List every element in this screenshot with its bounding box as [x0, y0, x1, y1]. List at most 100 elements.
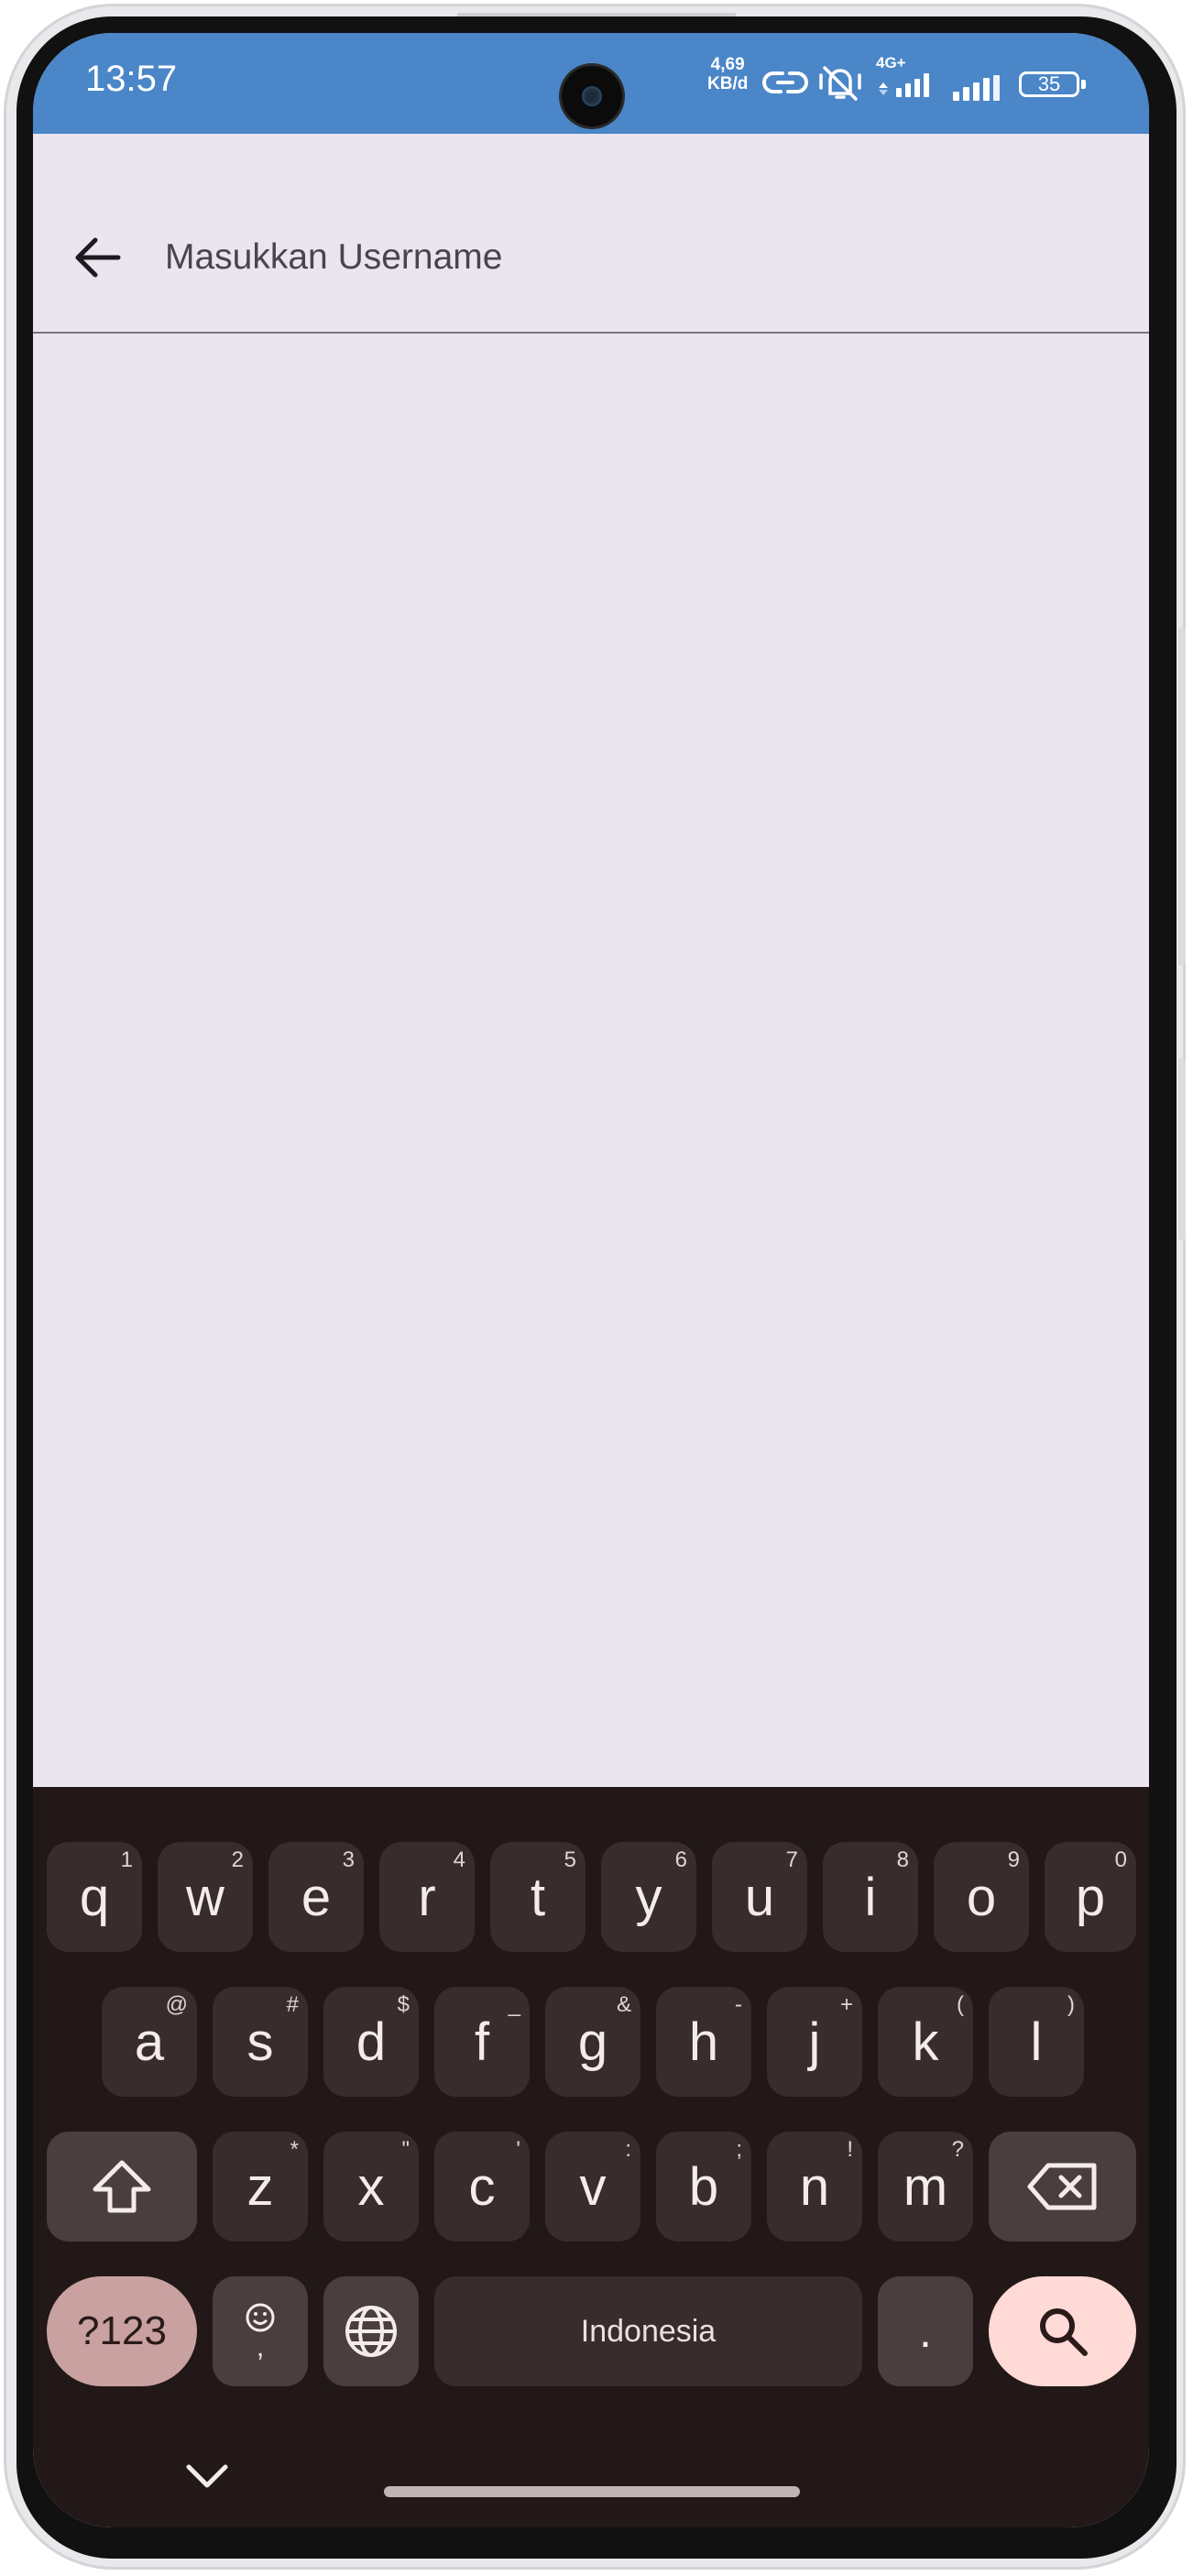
emoji-comma-key[interactable]: , [213, 2276, 308, 2386]
status-time: 13:57 [85, 59, 178, 99]
key-u[interactable]: u7 [712, 1842, 807, 1952]
key-label: x [357, 2156, 385, 2217]
network-speed-value: 4,69 [710, 55, 745, 74]
link-icon [762, 64, 808, 101]
key-t[interactable]: t5 [490, 1842, 586, 1952]
key-j[interactable]: j + [767, 1987, 862, 2097]
key-z[interactable]: z * [213, 2132, 308, 2242]
key-label: e [301, 1867, 332, 1927]
key-i[interactable]: i8 [823, 1842, 918, 1952]
network-speed: 4,69 KB/d [707, 55, 748, 93]
key-hint: $ [397, 1992, 410, 2017]
key-h[interactable]: h- [656, 1987, 751, 2097]
volume-button [1178, 627, 1186, 966]
space-key[interactable]: Indonesia [434, 2276, 862, 2386]
network-type-label: 4G+ [876, 54, 906, 71]
key-hint: # [286, 1992, 299, 2017]
key-r[interactable]: r4 [379, 1842, 475, 1952]
key-label: k [912, 2011, 939, 2072]
key-p[interactable]: p0 [1045, 1842, 1136, 1952]
key-label: d [356, 2011, 387, 2072]
key-k[interactable]: k( [878, 1987, 973, 2097]
key-b[interactable]: b; [656, 2132, 751, 2242]
language-key[interactable] [323, 2276, 419, 2386]
key-d[interactable]: d $ [323, 1987, 419, 2097]
key-l[interactable]: l) [989, 1987, 1084, 2097]
username-search-input[interactable] [165, 236, 990, 279]
signal-4g-icon: 4G+ [876, 55, 940, 97]
network-speed-unit: KB/d [707, 74, 749, 93]
key-label: y [635, 1867, 662, 1927]
period-key[interactable]: . [878, 2276, 973, 2386]
key-w[interactable]: w2 [158, 1842, 253, 1952]
key-hint: ? [951, 2137, 964, 2162]
on-screen-keyboard: q1 w2 e3 r4 t5 y6 u7 i8 o9 p0 a @ s # d $ f… [33, 1787, 1149, 2527]
key-n[interactable]: n! [767, 2132, 862, 2242]
key-f[interactable]: f _ [434, 1987, 530, 2097]
shift-key[interactable] [47, 2132, 197, 2242]
key-o[interactable]: o9 [934, 1842, 1029, 1952]
hide-keyboard-button[interactable] [170, 2449, 244, 2504]
key-q[interactable]: q1 [47, 1842, 142, 1952]
key-m[interactable]: m? [878, 2132, 973, 2242]
power-button [1178, 1058, 1186, 1241]
key-label: p [1075, 1867, 1106, 1927]
key-y[interactable]: y6 [601, 1842, 696, 1952]
comma-label: , [256, 2332, 265, 2362]
key-hint: & [616, 1992, 631, 2017]
key-label: s [246, 2011, 274, 2072]
battery-icon: 35 [1019, 71, 1086, 97]
key-hint: _ [508, 1992, 520, 2017]
key-hint: ' [516, 2137, 520, 2162]
key-a[interactable]: a @ [102, 1987, 197, 2097]
key-hint: 0 [1114, 1847, 1127, 1872]
key-label: m [903, 2156, 948, 2217]
key-hint: * [290, 2137, 299, 2162]
chevron-down-icon [186, 2464, 228, 2488]
key-c[interactable]: c ' [434, 2132, 530, 2242]
search-app-bar [33, 134, 1149, 330]
symbols-key[interactable]: ?123 [47, 2276, 197, 2386]
key-label: f [474, 2011, 490, 2072]
key-g[interactable]: g & [545, 1987, 640, 2097]
key-hint: ; [736, 2137, 742, 2162]
key-label: v [579, 2156, 607, 2217]
front-camera [562, 66, 622, 126]
key-hint: 8 [896, 1847, 909, 1872]
key-label: c [468, 2156, 496, 2217]
key-hint: + [839, 1992, 853, 2017]
search-action-key[interactable] [989, 2276, 1136, 2386]
key-label: t [530, 1867, 546, 1927]
key-s[interactable]: s # [213, 1987, 308, 2097]
key-label: h [688, 2011, 719, 2072]
backspace-key[interactable] [989, 2132, 1136, 2242]
key-label: o [966, 1867, 997, 1927]
home-indicator[interactable] [384, 2486, 800, 2497]
screen: 13:57 4,69 KB/d 4G+ 35 q1 w2 [33, 33, 1149, 2527]
key-hint: 1 [120, 1847, 133, 1872]
key-hint: 7 [785, 1847, 798, 1872]
key-hint: " [401, 2137, 410, 2162]
key-label: u [744, 1867, 775, 1927]
status-bar: 13:57 4,69 KB/d 4G+ 35 [33, 33, 1149, 134]
key-e[interactable]: e3 [268, 1842, 364, 1952]
key-label: g [577, 2011, 608, 2072]
key-x[interactable]: x " [323, 2132, 419, 2242]
key-label: q [79, 1867, 110, 1927]
key-label: i [864, 1867, 877, 1927]
results-area [33, 334, 1149, 1787]
signal-icon [951, 75, 1002, 101]
key-label: a [134, 2011, 165, 2072]
shift-icon [93, 2160, 151, 2213]
search-icon [1039, 2308, 1088, 2356]
emoji-icon [246, 2303, 275, 2332]
key-label: w [186, 1867, 224, 1927]
key-v[interactable]: v: [545, 2132, 640, 2242]
key-hint: - [735, 1992, 742, 2017]
key-hint: 9 [1007, 1847, 1020, 1872]
mute-vibrate-icon [817, 62, 863, 103]
key-label: b [688, 2156, 719, 2217]
key-hint: 5 [564, 1847, 576, 1872]
key-hint: 4 [453, 1847, 465, 1872]
back-button[interactable] [70, 229, 126, 286]
